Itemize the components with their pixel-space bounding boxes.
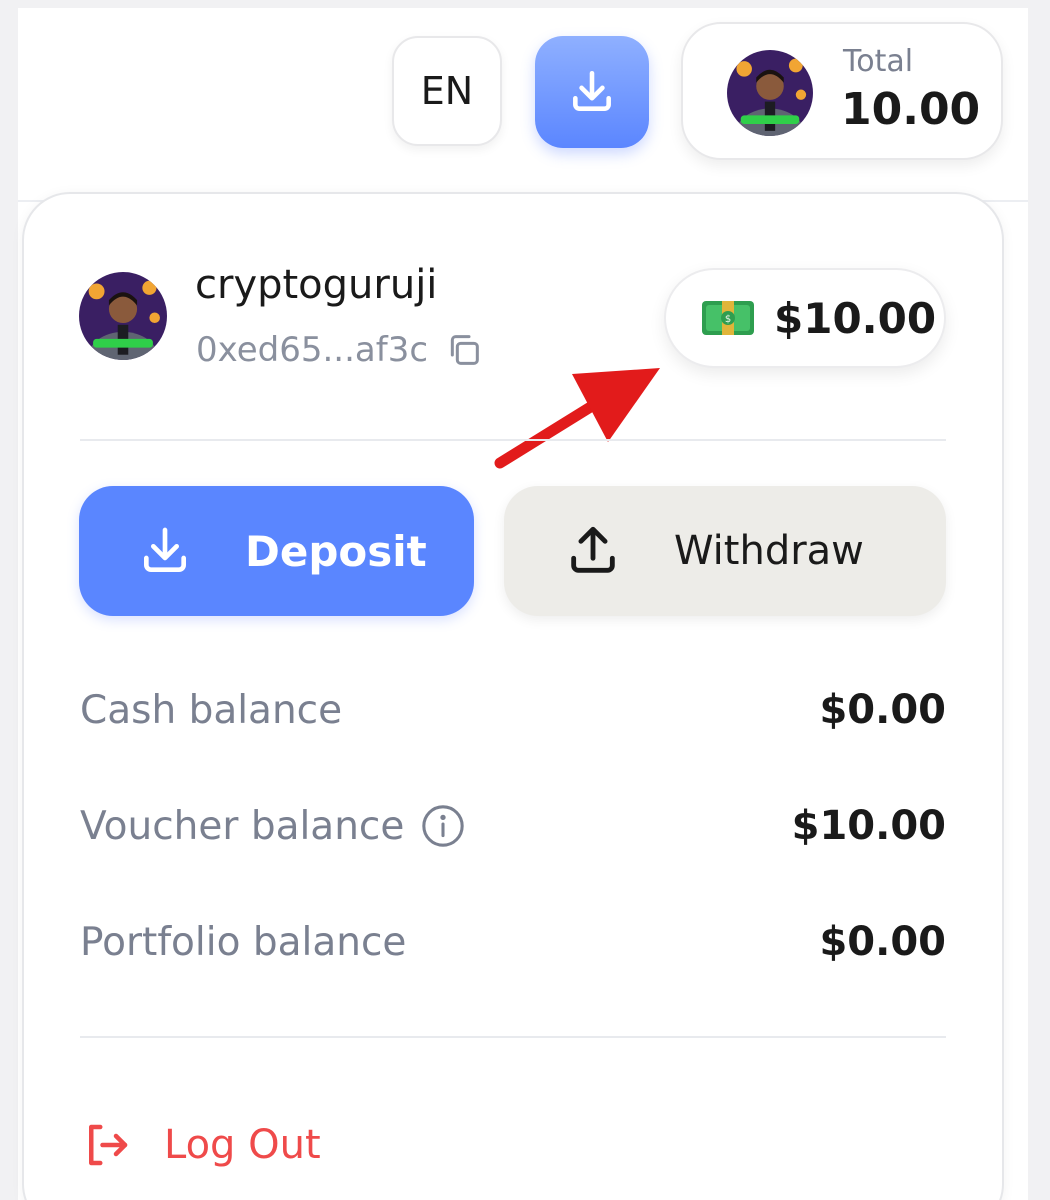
cash-balance-value: $0.00 [819,687,946,733]
voucher-balance-value: $10.00 [791,803,946,849]
svg-text:$: $ [725,314,731,325]
red-arrow-annotation [494,368,660,469]
language-label: EN [420,69,474,113]
voucher-balance-label: Voucher balance [80,803,405,849]
wallet-address-row: 0xed65...af3c [196,330,484,370]
portfolio-balance-label: Portfolio balance [80,919,407,965]
language-selector-button[interactable]: EN [392,36,502,146]
total-value: 10.00 [841,84,981,135]
balance-pill-value: $10.00 [774,293,937,343]
profile-divider [80,439,946,441]
avatar [727,50,813,136]
balances-divider [80,1036,946,1038]
total-label: Total [843,44,914,79]
withdraw-button[interactable]: Withdraw [504,486,946,616]
cash-balance-row: Cash balance $0.00 [80,682,946,738]
deposit-button[interactable]: Deposit [79,486,474,616]
money-icon: $ [702,301,754,335]
logout-label: Log Out [164,1122,321,1168]
app-screen: EN Total 10.00 cryptoguruji 0xed65...af3… [0,0,1050,1200]
portfolio-balance-row: Portfolio balance $0.00 [80,914,946,970]
info-icon[interactable] [420,803,466,849]
header-deposit-button[interactable] [535,36,649,148]
portfolio-balance-value: $0.00 [819,919,946,965]
copy-icon[interactable] [444,330,484,370]
withdraw-label: Withdraw [674,528,864,574]
username: cryptoguruji [195,262,438,308]
upload-icon [571,526,615,573]
profile-avatar [79,272,167,360]
balance-pill[interactable]: $ $10.00 [664,268,946,368]
wallet-address: 0xed65...af3c [196,330,429,370]
deposit-label: Deposit [245,526,427,576]
total-balance-button[interactable]: Total 10.00 [681,22,1003,160]
logout-icon [89,1124,128,1166]
cash-balance-label: Cash balance [80,687,343,733]
download-icon [144,527,187,572]
download-icon [573,70,611,111]
logout-button[interactable]: Log Out [80,1118,321,1172]
voucher-balance-row: Voucher balance $10.00 [80,798,946,854]
